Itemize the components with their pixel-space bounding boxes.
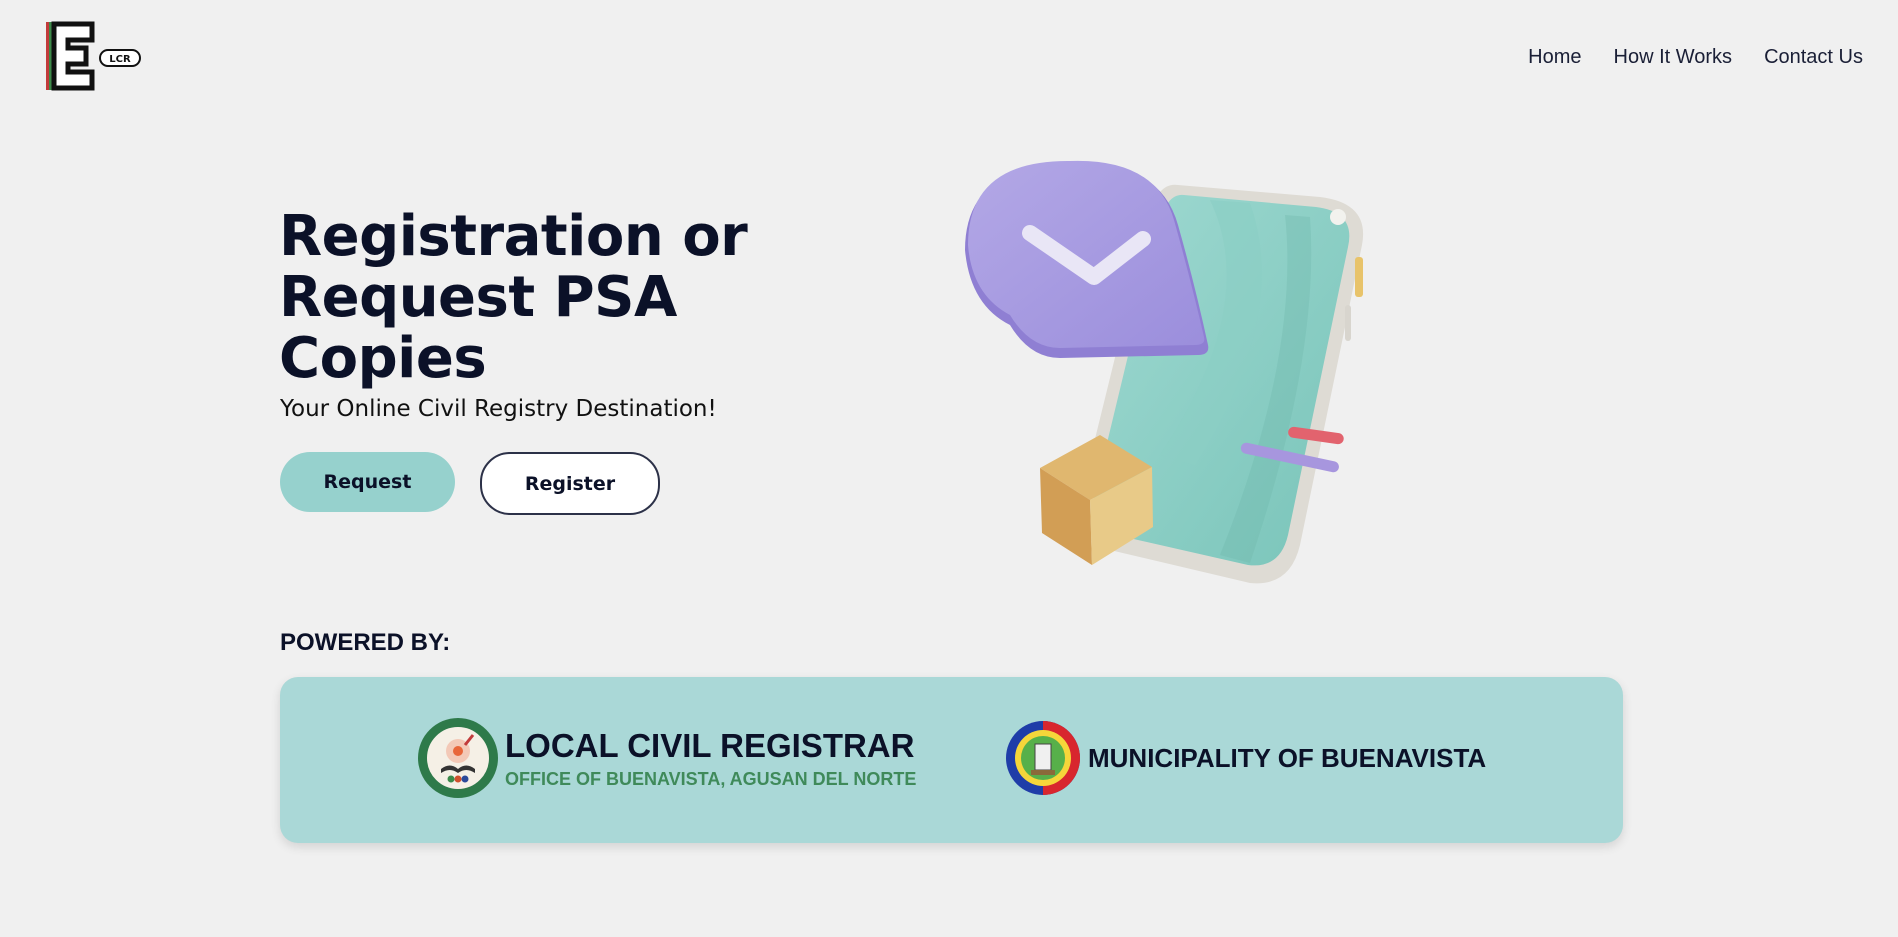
hero-title: Registration or Request PSA Copies bbox=[279, 204, 748, 391]
nav-home[interactable]: Home bbox=[1528, 46, 1581, 69]
lcr-seal-icon bbox=[418, 718, 498, 798]
logo-lcr-text: LCR bbox=[109, 54, 131, 65]
register-button[interactable]: Register bbox=[480, 452, 660, 515]
request-button[interactable]: Request bbox=[280, 452, 455, 512]
nav-how-it-works[interactable]: How It Works bbox=[1614, 46, 1733, 69]
lcr-title: LOCAL CIVIL REGISTRAR bbox=[505, 727, 915, 764]
partners-banner: LOCAL CIVIL REGISTRAR OFFICE OF BUENAVIS… bbox=[280, 677, 1623, 843]
nav-contact-us[interactable]: Contact Us bbox=[1764, 46, 1863, 69]
lcr-subtitle: OFFICE OF BUENAVISTA, AGUSAN DEL NORTE bbox=[505, 769, 917, 789]
e-lcr-logo[interactable]: LCR bbox=[40, 20, 142, 96]
buenavista-seal-icon bbox=[1006, 721, 1080, 795]
hero-subtitle: Your Online Civil Registry Destination! bbox=[280, 396, 717, 422]
municipality-title: MUNICIPALITY OF BUENAVISTA bbox=[1088, 743, 1487, 773]
main-nav: Home How It Works Contact Us bbox=[1528, 46, 1863, 69]
powered-by-label: POWERED BY: bbox=[280, 629, 451, 656]
checkmark-chat-bubble-illustration bbox=[965, 160, 1364, 584]
